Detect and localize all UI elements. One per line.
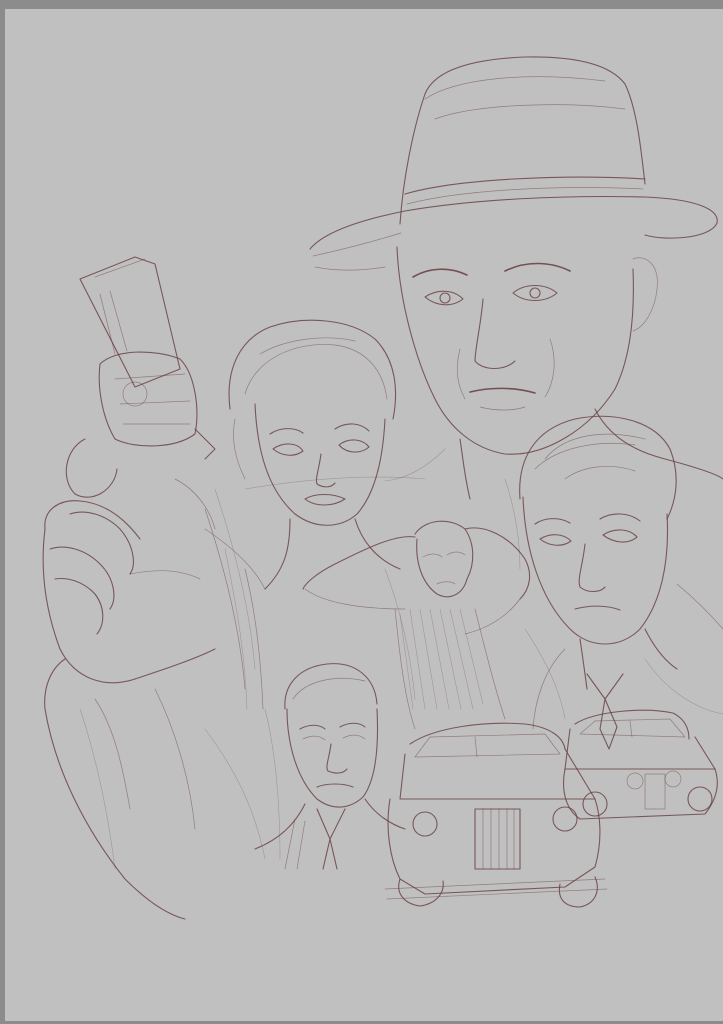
drawing-canvas[interactable] (5, 9, 723, 1021)
vintage-car-front (384, 722, 608, 908)
construction-lines (204, 476, 566, 860)
woman-arms-raised (302, 520, 531, 730)
app-frame (0, 0, 723, 1024)
hand-with-revolver (42, 256, 256, 920)
older-man (254, 663, 406, 870)
vintage-car-right (562, 709, 718, 820)
man-in-fedora (309, 56, 723, 500)
woman-with-bun (204, 319, 401, 710)
sketch-artwork (42, 56, 723, 920)
